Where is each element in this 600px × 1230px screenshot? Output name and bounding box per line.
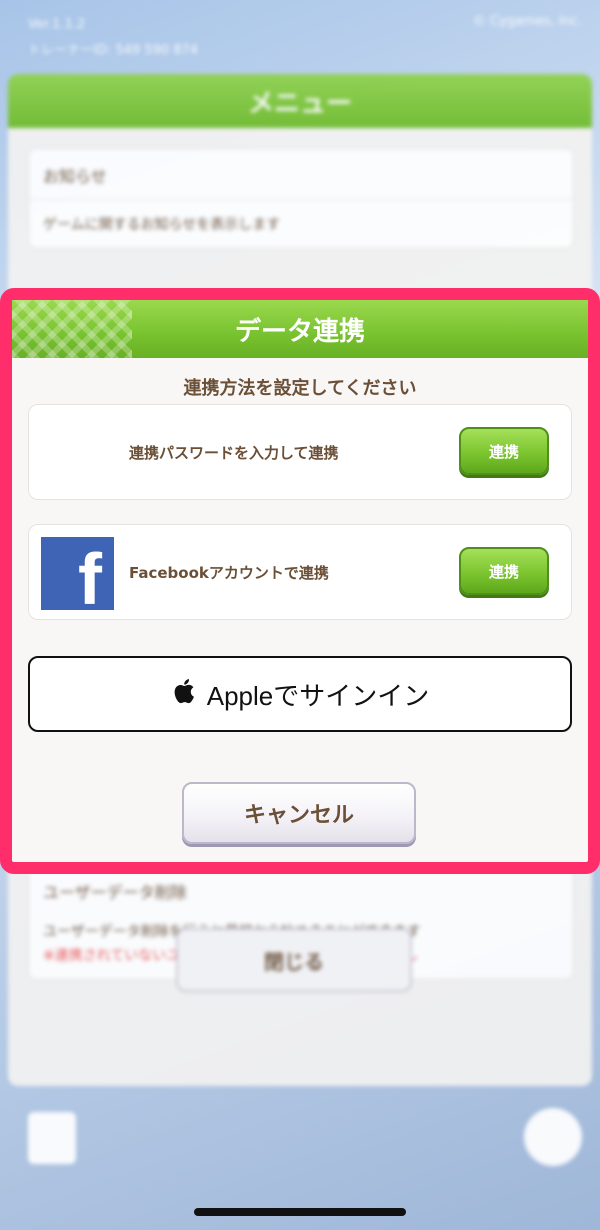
data-link-dialog: データ連携 連携方法を設定してください 連携パスワードを入力して連携 連携 f …	[0, 288, 600, 874]
facebook-link-option: f Facebookアカウントで連携 連携	[28, 524, 572, 620]
menu-title: メニュー	[8, 74, 592, 128]
trainer-id-text: トレーナーID: 549 590 874	[28, 43, 199, 58]
option-label: 連携パスワードを入力して連携	[129, 443, 339, 462]
version-text: Ver.1.1.2	[28, 17, 86, 32]
app-logo-icon	[28, 1112, 76, 1164]
option-label: Facebookアカウントで連携	[129, 563, 329, 582]
home-indicator[interactable]	[194, 1208, 406, 1216]
header-pattern	[12, 300, 132, 358]
password-link-option: 連携パスワードを入力して連携 連携	[28, 404, 572, 500]
apple-signin-button[interactable]: Appleでサインイン	[28, 656, 572, 732]
version-info: Ver.1.1.2 トレーナーID: 549 590 874	[28, 12, 198, 64]
close-button[interactable]: 閉じる	[176, 928, 412, 992]
dialog-subtitle: 連携方法を設定してください	[183, 378, 417, 399]
apple-icon	[171, 677, 195, 712]
password-link-button[interactable]: 連携	[459, 427, 549, 475]
facebook-icon: f	[41, 537, 114, 616]
copyright-text: © Cygames, Inc.	[472, 14, 582, 29]
dialog-header: データ連携	[12, 300, 588, 358]
cancel-button[interactable]: キャンセル	[182, 782, 416, 844]
menu-item-desc: ゲームに関するお知らせを表示します	[29, 199, 573, 248]
menu-item-news[interactable]: お知らせ ゲームに関するお知らせを表示します	[28, 148, 574, 249]
facebook-link-button[interactable]: 連携	[459, 547, 549, 595]
dialog-title: データ連携	[234, 316, 365, 347]
menu-round-icon[interactable]	[524, 1108, 582, 1166]
apple-signin-label: Appleでサインイン	[206, 680, 430, 711]
menu-item-title: お知らせ	[43, 167, 107, 186]
